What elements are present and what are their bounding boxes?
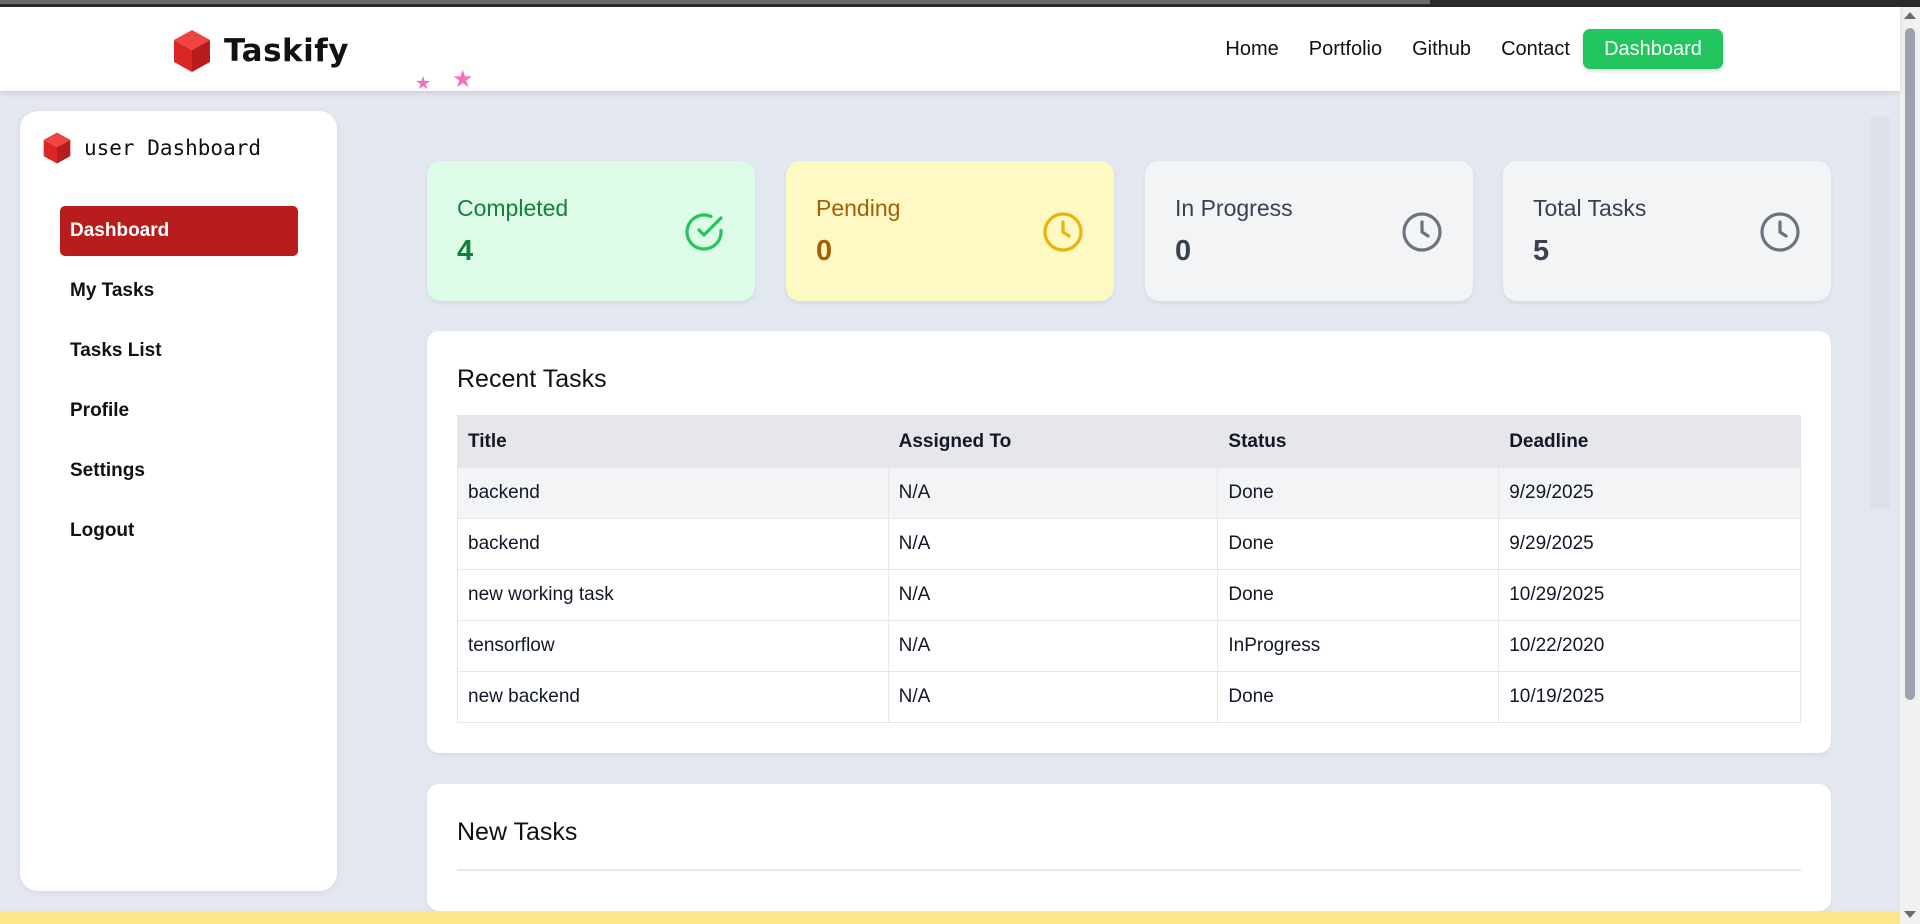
stat-card-in-progress: In Progress 0 [1145, 161, 1473, 301]
deadline-cell: 10/29/2025 [1498, 569, 1801, 621]
nav-link-portfolio[interactable]: Portfolio [1309, 38, 1382, 61]
stat-label: Completed [457, 195, 569, 221]
stat-label: Total Tasks [1533, 195, 1647, 221]
check-circle-icon [685, 213, 723, 251]
table-row[interactable]: backend N/A Done 9/29/2025 [457, 518, 1801, 570]
new-tasks-panel: New Tasks [427, 784, 1831, 911]
nav-link-contact[interactable]: Contact [1501, 38, 1570, 61]
stat-value: 4 [457, 235, 474, 267]
task-title-cell: backend [457, 467, 889, 519]
navbar: Taskify ★ ★ Home Portfolio Github Contac… [0, 7, 1900, 93]
sidebar: user Dashboard Dashboard My Tasks Tasks … [20, 111, 337, 891]
status-cell: Done [1217, 518, 1500, 570]
stat-label: In Progress [1175, 195, 1293, 221]
sidebar-header: user Dashboard [42, 131, 261, 165]
new-tasks-table-top-border [457, 869, 1801, 871]
table-row[interactable]: new working task N/A Done 10/29/2025 [457, 569, 1801, 621]
task-title-cell: new working task [457, 569, 889, 621]
deadline-cell: 9/29/2025 [1498, 518, 1801, 570]
sidebar-menu: Dashboard My Tasks Tasks List Profile Se… [60, 206, 298, 566]
main-scroll-track[interactable] [1870, 117, 1890, 509]
sidebar-item-settings[interactable]: Settings [60, 446, 298, 496]
brand-logo[interactable]: Taskify ★ ★ [172, 27, 474, 93]
stat-value: 0 [1175, 235, 1192, 267]
table-row[interactable]: tensorflow N/A InProgress 10/22/2020 [457, 620, 1801, 672]
stat-card-total-tasks: Total Tasks 5 [1503, 161, 1831, 301]
assigned-to-cell: N/A [887, 518, 1219, 570]
assigned-to-cell: N/A [887, 569, 1219, 621]
clock-icon [1760, 212, 1800, 252]
nav-dashboard-button[interactable]: Dashboard [1583, 29, 1723, 69]
stat-card-pending: Pending 0 [786, 161, 1114, 301]
status-cell: Done [1217, 671, 1500, 723]
task-title-cell: new backend [457, 671, 889, 723]
clock-icon [1402, 212, 1442, 252]
status-cell: InProgress [1217, 620, 1500, 672]
table-header-row: Title Assigned To Status Deadline [457, 415, 1801, 468]
column-header-title: Title [457, 415, 889, 468]
deadline-cell: 9/29/2025 [1498, 467, 1801, 519]
new-tasks-title: New Tasks [457, 818, 578, 846]
brand-name: Taskify [224, 33, 349, 69]
bottom-banner-strip [0, 911, 1900, 924]
table-row[interactable]: new backend N/A Done 10/19/2025 [457, 671, 1801, 723]
deadline-cell: 10/22/2020 [1498, 620, 1801, 672]
sidebar-item-tasks-list[interactable]: Tasks List [60, 326, 298, 376]
column-header-assigned-to: Assigned To [887, 415, 1219, 468]
status-cell: Done [1217, 467, 1500, 519]
cube-logo-icon [174, 30, 210, 72]
cube-icon [43, 132, 71, 164]
status-cell: Done [1217, 569, 1500, 621]
assigned-to-cell: N/A [887, 620, 1219, 672]
sidebar-item-dashboard[interactable]: Dashboard [60, 206, 298, 256]
sidebar-item-my-tasks[interactable]: My Tasks [60, 266, 298, 316]
stat-label: Pending [816, 195, 901, 221]
column-header-deadline: Deadline [1498, 415, 1801, 468]
clock-icon [1043, 212, 1083, 252]
task-title-cell: backend [457, 518, 889, 570]
stat-card-completed: Completed 4 [427, 161, 755, 301]
recent-tasks-panel: Recent Tasks Title Assigned To Status De… [427, 331, 1831, 753]
task-title-cell: tensorflow [457, 620, 889, 672]
sparkle-icon: ★ [452, 66, 474, 93]
deadline-cell: 10/19/2025 [1498, 671, 1801, 723]
recent-tasks-title: Recent Tasks [457, 365, 607, 393]
nav-link-github[interactable]: Github [1412, 38, 1471, 61]
sidebar-item-logout[interactable]: Logout [60, 506, 298, 556]
browser-top-strip [0, 0, 1920, 7]
column-header-status: Status [1217, 415, 1500, 468]
scroll-up-arrow-icon[interactable] [1904, 12, 1916, 19]
scroll-down-arrow-icon[interactable] [1904, 911, 1916, 918]
page-scrollbar-thumb[interactable] [1905, 28, 1915, 700]
nav-link-home[interactable]: Home [1225, 38, 1278, 61]
recent-tasks-table: Title Assigned To Status Deadline backen… [457, 415, 1801, 723]
sidebar-item-profile[interactable]: Profile [60, 386, 298, 436]
assigned-to-cell: N/A [887, 467, 1219, 519]
sidebar-title: user Dashboard [84, 136, 262, 160]
table-row[interactable]: backend N/A Done 9/29/2025 [457, 467, 1801, 519]
nav-links: Home Portfolio Github Contact [1195, 7, 1570, 91]
assigned-to-cell: N/A [887, 671, 1219, 723]
stat-value: 5 [1533, 235, 1550, 267]
stat-value: 0 [816, 235, 833, 267]
sparkle-icon: ★ [415, 73, 432, 93]
